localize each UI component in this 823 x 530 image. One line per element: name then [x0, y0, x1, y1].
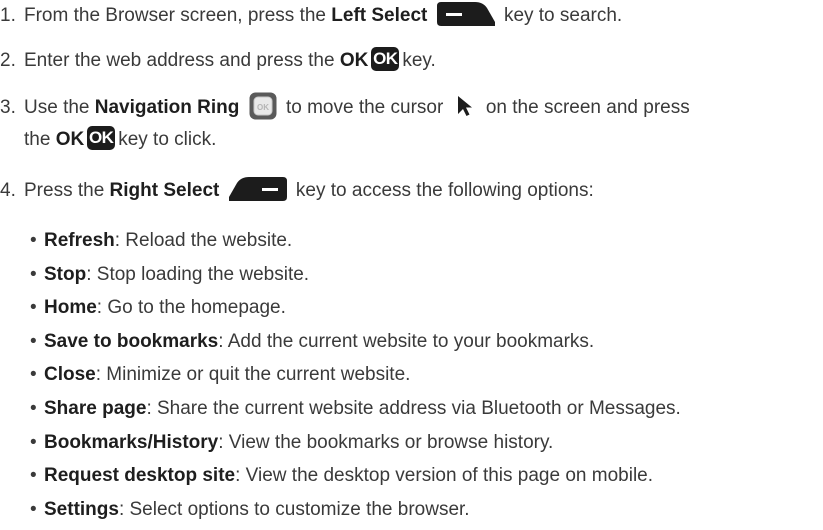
- key-name: Right Select: [109, 180, 220, 201]
- step-number: 4.: [0, 180, 16, 201]
- bullet-icon: •: [30, 230, 37, 251]
- option-term: Share page: [44, 397, 147, 419]
- step-text: the: [24, 129, 51, 150]
- right-select-key-icon: [228, 176, 287, 201]
- bullet-icon: •: [30, 498, 37, 520]
- option-description: : View the bookmarks or browse history.: [218, 431, 554, 453]
- ok-key-icon: OK: [371, 46, 400, 71]
- list-item: • Share page: Share the current website a…: [30, 396, 681, 430]
- step-2: 2. Enter the web address and press the OK…: [0, 46, 436, 74]
- option-term: Bookmarks/History: [44, 431, 219, 453]
- navigation-ring-icon: OK: [249, 92, 277, 120]
- browser-instructions: 1. From the Browser screen, press the Lef…: [0, 0, 823, 520]
- option-term: Save to bookmarks: [44, 330, 219, 352]
- option-term: Close: [44, 364, 96, 386]
- option-description: : Reload the website.: [114, 230, 293, 251]
- step-text: Use the: [24, 97, 90, 118]
- list-item: • Refresh: Reload the website.: [30, 228, 681, 262]
- step-text: Press the: [24, 180, 105, 201]
- left-select-key-icon: [436, 1, 495, 26]
- bullet-icon: •: [30, 397, 37, 419]
- list-item: • Bookmarks/History: View the bookmarks o…: [30, 430, 681, 464]
- option-description: : Share the current website address via …: [146, 397, 681, 419]
- bullet-icon: •: [30, 330, 37, 352]
- list-item: • Stop: Stop loading the website.: [30, 262, 681, 296]
- cursor-arrow-icon: [455, 95, 475, 117]
- step-text: Enter the web address and press the: [24, 50, 335, 71]
- option-description: : View the desktop version of this page …: [235, 465, 654, 487]
- key-name: OK: [339, 50, 369, 71]
- navigation-ring-label: OK: [257, 103, 269, 112]
- step-text: key to access the following options:: [295, 180, 594, 201]
- option-term: Home: [44, 297, 97, 319]
- step-1: 1. From the Browser screen, press the Lef…: [0, 1, 623, 29]
- step-4: 4. Press the Right Select key to access t…: [0, 176, 594, 204]
- ok-key-icon: OK: [87, 125, 116, 150]
- step-3-continued: the OK OK key to click.: [24, 125, 217, 153]
- list-item: • Home: Go to the homepage.: [30, 295, 681, 329]
- key-name: Left Select: [331, 5, 428, 26]
- step-3: 3. Use the Navigation Ring OK to move the…: [0, 92, 690, 121]
- list-item: • Close: Minimize or quit the current web…: [30, 362, 681, 396]
- option-description: : Stop loading the website.: [86, 263, 310, 285]
- step-text: on the screen and press: [485, 97, 690, 118]
- option-description: : Minimize or quit the current website.: [95, 364, 411, 386]
- bullet-icon: •: [30, 364, 37, 386]
- bullet-icon: •: [30, 431, 37, 453]
- step-number: 3.: [0, 97, 16, 118]
- bullet-icon: •: [30, 465, 37, 487]
- key-name: Navigation Ring: [94, 97, 240, 118]
- option-term: Refresh: [44, 230, 115, 251]
- option-description: : Go to the homepage.: [96, 297, 286, 319]
- key-name: OK: [55, 129, 85, 150]
- bullet-icon: •: [30, 297, 37, 319]
- option-description: : Add the current website to your bookma…: [218, 330, 595, 352]
- step-text: key to click.: [118, 129, 217, 150]
- option-term: Stop: [44, 263, 87, 285]
- step-text: key.: [402, 50, 436, 71]
- option-term: Request desktop site: [44, 465, 236, 487]
- bullet-icon: •: [30, 263, 37, 285]
- step-text: key to search.: [503, 5, 623, 26]
- step-number: 2.: [0, 50, 16, 71]
- step-number: 1.: [0, 5, 16, 26]
- step-text: From the Browser screen, press the: [24, 5, 326, 26]
- list-item: • Save to bookmarks: Add the current webs…: [30, 329, 681, 363]
- options-list: • Refresh: Reload the website. • Stop: Sto…: [30, 228, 681, 530]
- step-text: to move the cursor: [285, 97, 444, 118]
- list-item: • Request desktop site: View the desktop …: [30, 463, 681, 497]
